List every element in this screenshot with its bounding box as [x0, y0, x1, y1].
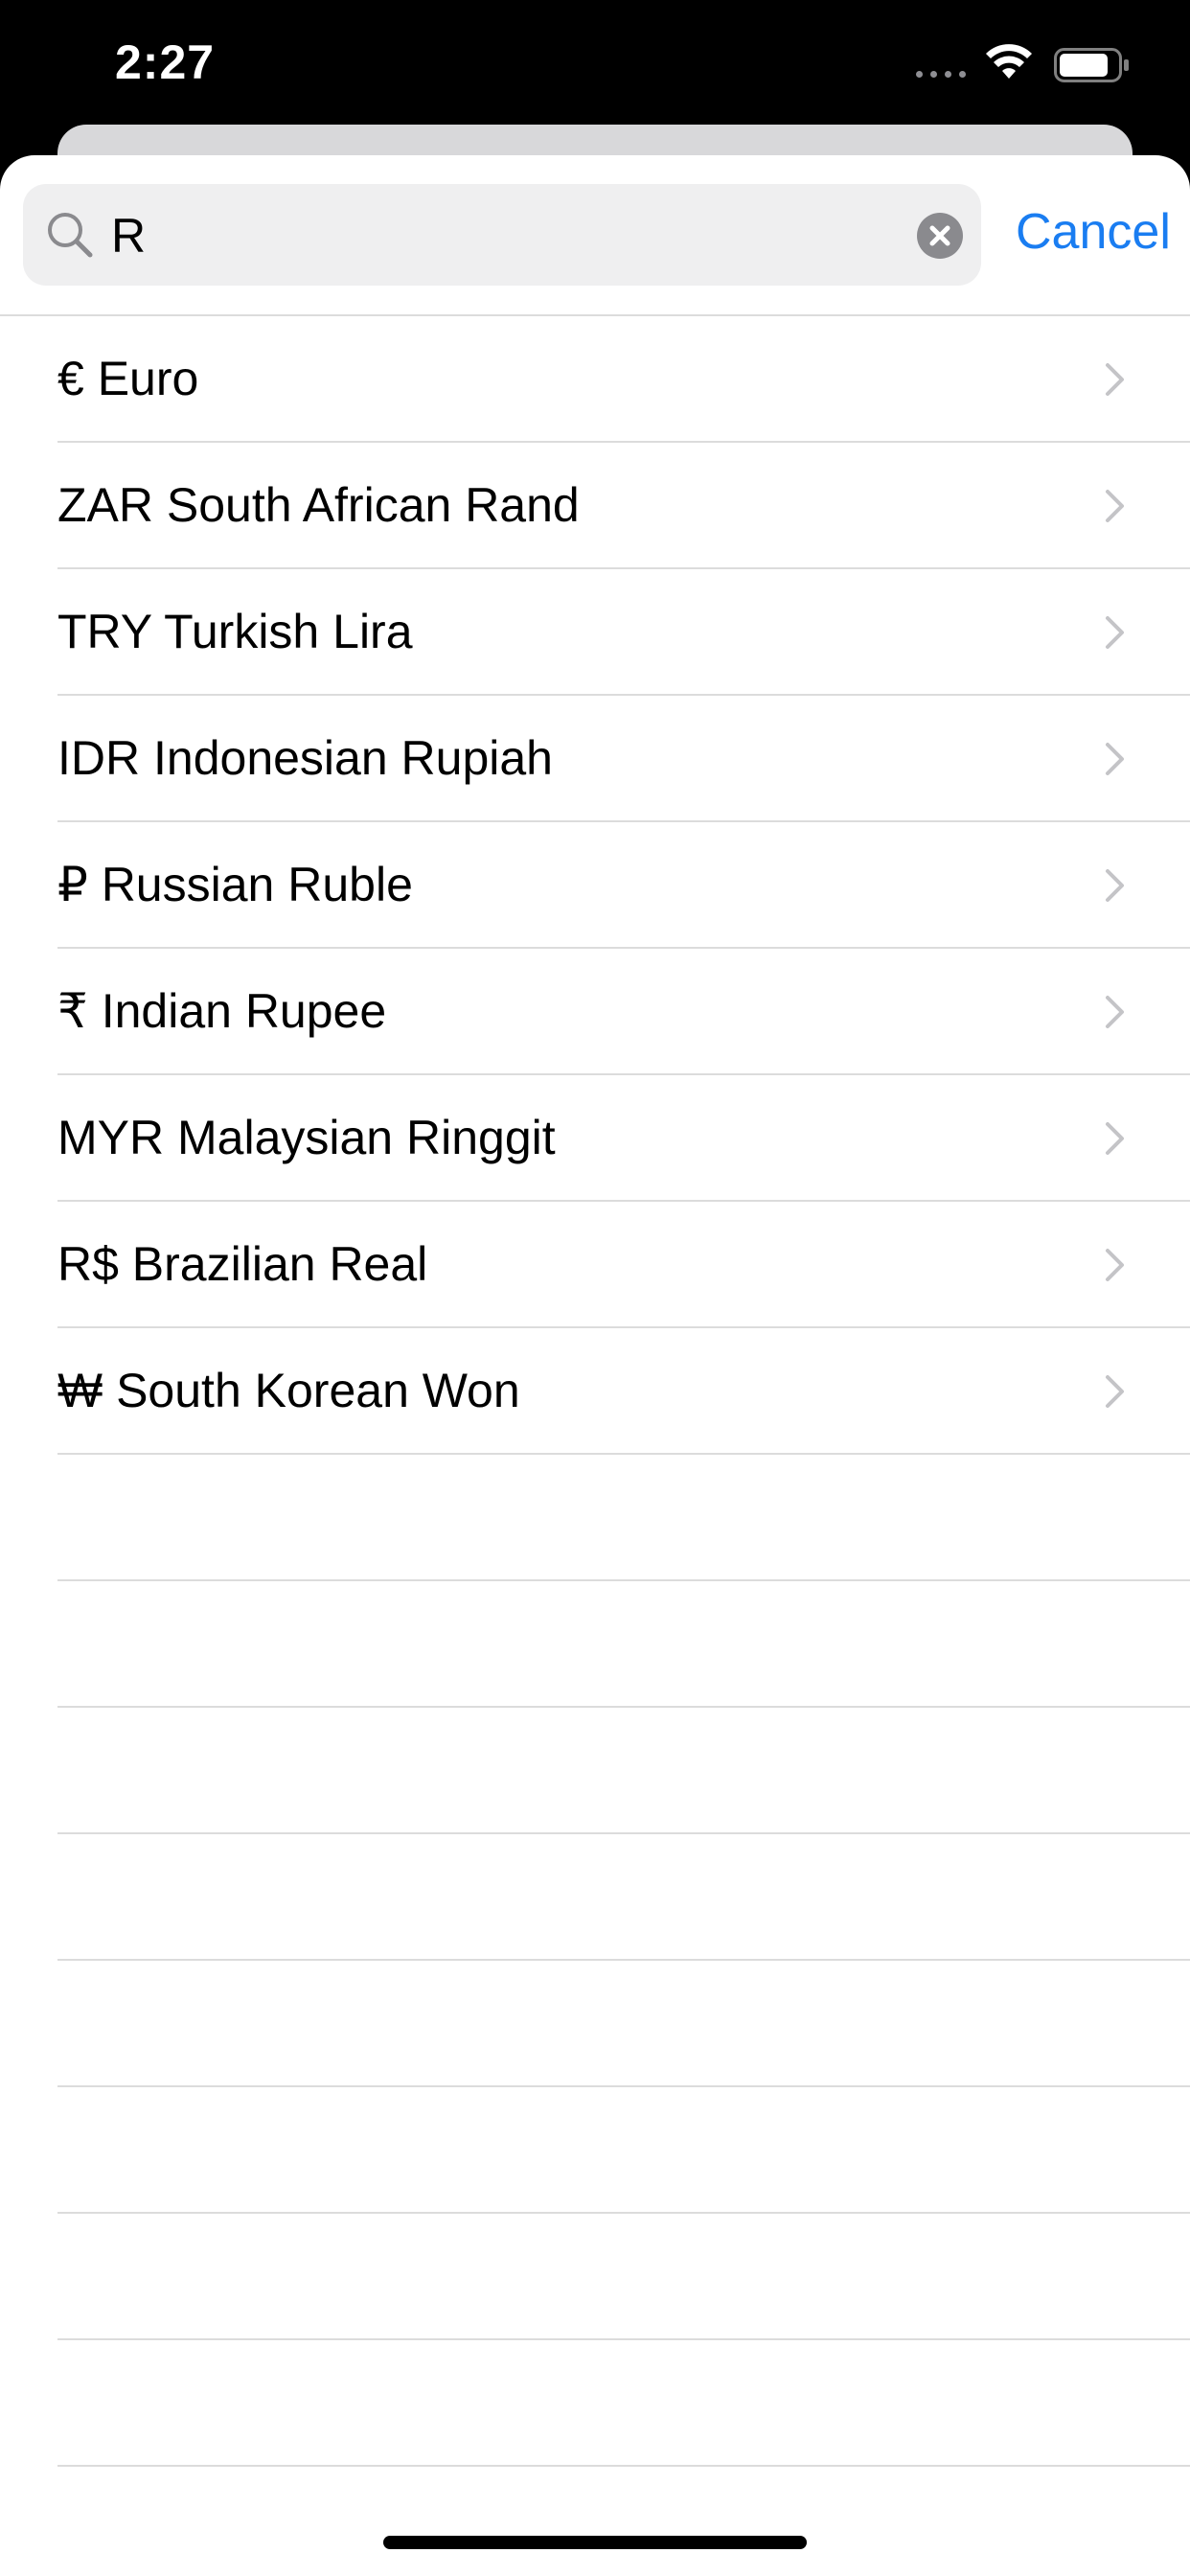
currency-label: R$ Brazilian Real — [57, 1237, 428, 1291]
status-time: 2:27 — [115, 35, 216, 89]
empty-row — [57, 1455, 1190, 1581]
chevron-right-icon — [1106, 1249, 1124, 1281]
battery-icon — [1054, 48, 1129, 82]
search-input[interactable] — [109, 184, 908, 288]
list-item-currency[interactable]: MYR Malaysian Ringgit — [57, 1075, 1190, 1202]
currency-label: ZAR South African Rand — [57, 478, 580, 532]
currency-label: € Euro — [57, 352, 199, 405]
list-item-currency[interactable]: ZAR South African Rand — [57, 443, 1190, 569]
empty-row — [57, 2087, 1190, 2214]
list-item-currency[interactable]: IDR Indonesian Rupiah — [57, 696, 1190, 822]
list-item-currency[interactable]: R$ Brazilian Real — [57, 1202, 1190, 1328]
currency-label: ₹ Indian Rupee — [57, 984, 387, 1038]
empty-row — [57, 2340, 1190, 2467]
chevron-right-icon — [1106, 1375, 1124, 1408]
empty-row — [57, 1834, 1190, 1961]
chevron-right-icon — [1106, 869, 1124, 902]
empty-row — [57, 2214, 1190, 2340]
list-item-currency[interactable]: ₽ Russian Ruble — [57, 822, 1190, 949]
chevron-right-icon — [1106, 363, 1124, 396]
chevron-right-icon — [1106, 743, 1124, 775]
currency-list: € Euro ZAR South African Rand TRY Turkis… — [0, 316, 1190, 2467]
currency-label: ₩ South Korean Won — [57, 1364, 520, 1417]
list-item-currency[interactable]: TRY Turkish Lira — [57, 569, 1190, 696]
clear-search-button[interactable] — [917, 213, 963, 259]
wifi-icon — [986, 44, 1032, 79]
currency-search-sheet: Cancel € Euro ZAR South African Rand TRY… — [0, 155, 1190, 2576]
clear-icon — [929, 225, 950, 246]
list-item-currency[interactable]: ₹ Indian Rupee — [57, 949, 1190, 1075]
search-bar[interactable] — [23, 184, 981, 288]
currency-label: MYR Malaysian Ringgit — [57, 1111, 556, 1164]
status-bar: 2:27 — [0, 0, 1190, 125]
chevron-right-icon — [1106, 1122, 1124, 1155]
list-item-currency[interactable]: € Euro — [57, 316, 1190, 443]
empty-row — [57, 1961, 1190, 2087]
empty-row — [57, 1581, 1190, 1708]
signal-icon — [916, 71, 966, 78]
currency-label: ₽ Russian Ruble — [57, 858, 413, 911]
cancel-button[interactable]: Cancel — [1016, 203, 1171, 261]
list-item-currency[interactable]: ₩ South Korean Won — [57, 1328, 1190, 1455]
home-indicator[interactable] — [383, 2536, 807, 2549]
chevron-right-icon — [1106, 616, 1124, 649]
currency-label: TRY Turkish Lira — [57, 605, 413, 658]
currency-label: IDR Indonesian Rupiah — [57, 731, 553, 785]
search-icon — [48, 213, 93, 258]
chevron-right-icon — [1106, 996, 1124, 1028]
empty-row — [57, 1708, 1190, 1834]
chevron-right-icon — [1106, 490, 1124, 522]
